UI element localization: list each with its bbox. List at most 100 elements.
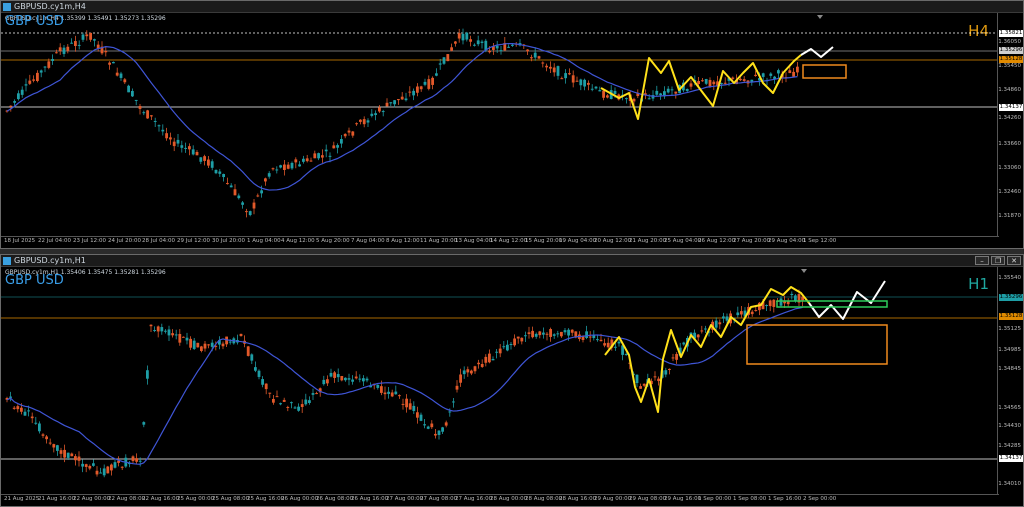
candle-body [336, 145, 339, 148]
price-plot-area[interactable] [1, 267, 999, 494]
candle-body [664, 370, 668, 375]
candle-body [466, 369, 470, 373]
candle-body [178, 333, 182, 343]
candle-body [394, 391, 398, 395]
candle-body [59, 450, 63, 454]
candle-body [642, 383, 646, 386]
moving-average-line [6, 42, 798, 191]
candle-body [290, 402, 293, 404]
candle-body [513, 338, 516, 346]
support-level-tag: 1.34137 [999, 455, 1023, 462]
candle-body [9, 105, 13, 107]
candle-body [498, 348, 502, 354]
candle-body [404, 98, 408, 101]
candle-body [480, 41, 484, 43]
candle-body [556, 66, 560, 76]
candle-body [207, 159, 210, 166]
candle-body [317, 153, 320, 159]
candle-body [739, 78, 742, 81]
candle-body [104, 50, 108, 53]
candle-body [358, 378, 362, 380]
candle-body [712, 81, 716, 85]
candle-body [606, 95, 609, 98]
candle-body [300, 404, 304, 407]
candle-body [590, 88, 594, 90]
candle-body [302, 158, 305, 162]
candle-body [66, 452, 70, 458]
candle-body [639, 386, 642, 389]
candle-body [632, 98, 636, 102]
candle-body [41, 434, 45, 436]
price-axis[interactable]: 1.36050 1.35450 1.34860 1.34260 1.33660 … [997, 13, 1023, 236]
candle-body [455, 385, 459, 390]
candle-body [462, 370, 466, 375]
candle-body [24, 84, 28, 86]
candle-body [416, 412, 419, 418]
window-titlebar[interactable]: GBPUSD.cy1m,H1 – ❐ ✕ [1, 255, 1023, 267]
candle-body [731, 77, 735, 79]
candle-body [351, 379, 354, 382]
candle-body [329, 372, 333, 377]
candle-body [169, 137, 172, 140]
price-axis[interactable]: 1.35540 1.35125 1.34985 1.34845 1.34565 … [997, 267, 1023, 494]
candle-body [614, 346, 617, 348]
candle-body [88, 465, 92, 469]
candle-body [81, 463, 84, 467]
restore-icon[interactable]: ❐ [991, 256, 1005, 265]
candle-body [560, 78, 564, 80]
time-axis[interactable]: 18 Jul 2025 22 Jul 04:00 23 Jul 12:00 24… [1, 236, 999, 246]
candle-body [43, 66, 47, 68]
candle-body [408, 403, 412, 410]
candle-body [450, 47, 453, 51]
time-tick: 29 Jul 12:00 [177, 238, 210, 244]
close-icon[interactable]: ✕ [1007, 256, 1021, 265]
candle-body [74, 41, 77, 46]
candle-body [134, 99, 138, 101]
candle-body [768, 300, 772, 307]
candle-body [161, 129, 165, 132]
candle-body [538, 331, 542, 336]
candle-body [160, 327, 164, 332]
candle-body [264, 178, 267, 182]
candle-body [465, 32, 469, 40]
candle-body [366, 120, 370, 123]
time-tick: 22 Aug 08:00 [108, 496, 146, 502]
candle-body [469, 39, 472, 42]
candle-body [245, 211, 248, 213]
price-tick: 1.34845 [998, 366, 1021, 372]
window-titlebar[interactable]: GBPUSD.cy1m,H4 [1, 1, 1023, 13]
candle-body [355, 123, 358, 125]
time-tick: 14 Aug 12:00 [490, 238, 528, 244]
candle-body [131, 90, 134, 97]
time-tick: 11 Aug 20:00 [420, 238, 458, 244]
candle-body [77, 44, 81, 46]
candle-body [488, 353, 491, 363]
candle-body [264, 383, 268, 390]
candle-body [704, 328, 707, 330]
candle-body [293, 407, 297, 409]
candle-body [17, 93, 20, 100]
candle-body [476, 40, 480, 45]
candle-body [740, 311, 743, 315]
time-tick: 22 Aug 16:00 [142, 496, 180, 502]
candle-body [146, 110, 149, 119]
chart-window-h1[interactable]: GBPUSD.cy1m,H1 – ❐ ✕ GBPUSD.cy1m,H1 1.35… [0, 254, 1024, 507]
time-axis[interactable]: 21 Aug 2025 21 Aug 16:00 22 Aug 00:00 22… [1, 494, 999, 504]
price-plot-area[interactable] [1, 13, 999, 236]
candle-body [321, 155, 324, 158]
candle-body [796, 66, 799, 73]
time-tick: 27 Aug 20:00 [733, 238, 771, 244]
candle-body [423, 424, 426, 426]
candle-body [585, 331, 588, 338]
candle-body [184, 147, 187, 149]
chart-window-h4[interactable]: GBPUSD.cy1m,H4 GBPUSD.cy1m,H4 1.35399 1.… [0, 0, 1024, 249]
candle-body [45, 436, 48, 440]
candle-body [138, 106, 142, 109]
candle-body [516, 336, 520, 339]
minimize-icon[interactable]: – [975, 256, 989, 265]
candle-body [454, 41, 457, 44]
price-tick: 1.34985 [998, 347, 1021, 353]
candle-body [788, 70, 792, 74]
candle-body [38, 423, 41, 432]
level-tag-top: 1.35821 [999, 30, 1023, 37]
